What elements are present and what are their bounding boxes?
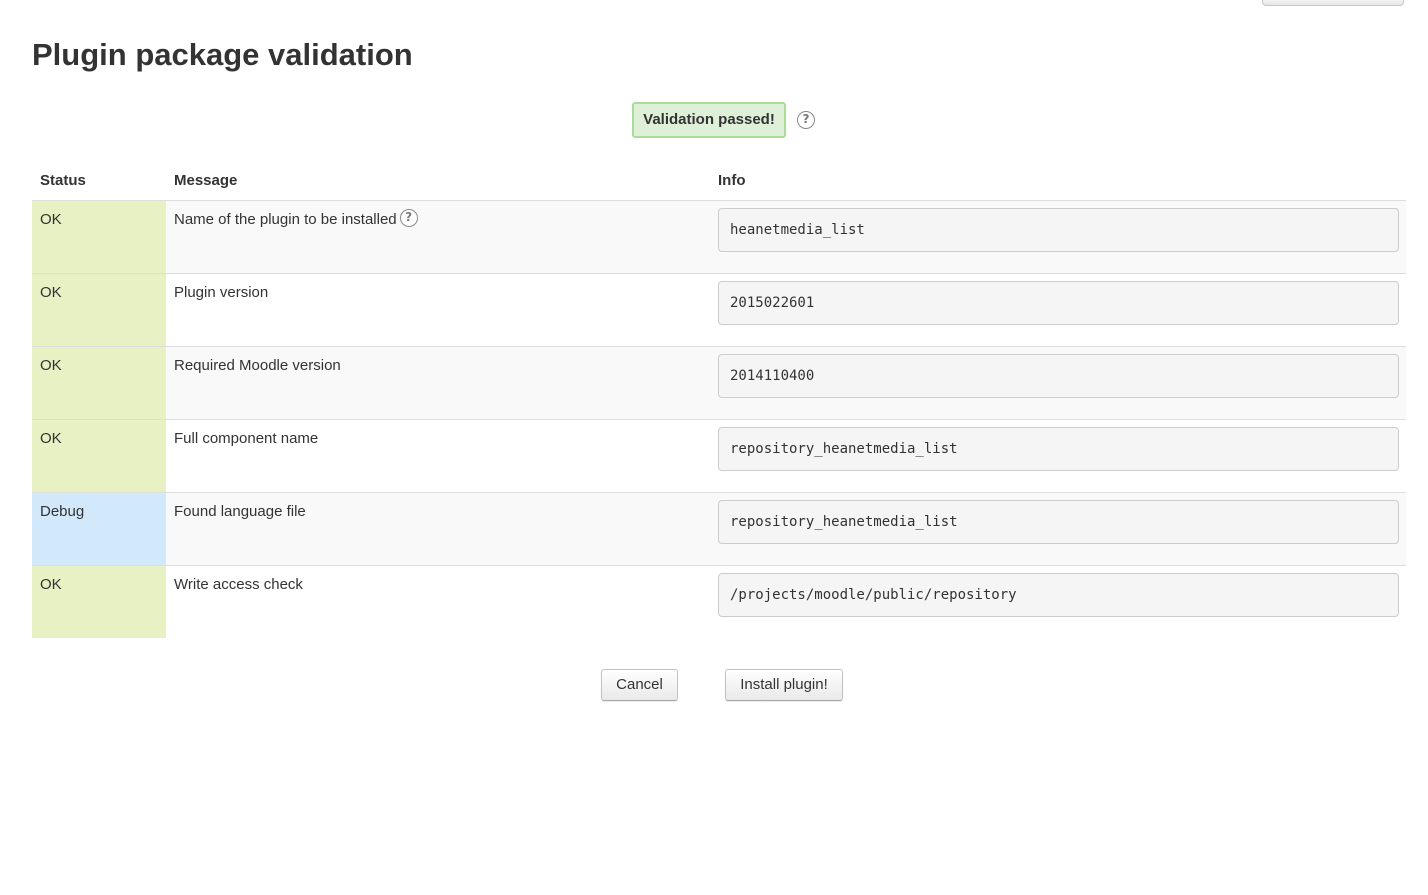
validation-table: Status Message Info OK Name of the plugi… xyxy=(32,162,1406,638)
info-cell: /projects/moodle/public/repository xyxy=(718,565,1406,638)
table-row: Debug Found language file repository_hea… xyxy=(32,492,1406,566)
message-text: Name of the plugin to be installed xyxy=(174,211,397,228)
message-cell: Name of the plugin to be installed? xyxy=(166,200,718,274)
status-cell: OK xyxy=(32,346,166,420)
validation-passed-badge: Validation passed! xyxy=(632,102,786,138)
info-cell: repository_heanetmedia_list xyxy=(718,492,1406,566)
info-value: heanetmedia_list xyxy=(718,208,1399,252)
table-row: OK Name of the plugin to be installed? h… xyxy=(32,200,1406,274)
message-cell: Required Moodle version xyxy=(166,346,718,420)
status-cell: OK xyxy=(32,200,166,274)
message-cell: Found language file xyxy=(166,492,718,566)
top-button-partial[interactable] xyxy=(1262,0,1404,6)
table-row: OK Plugin version 2015022601 xyxy=(32,273,1406,347)
column-header-message: Message xyxy=(166,162,718,201)
info-cell: 2014110400 xyxy=(718,346,1406,420)
page-title: Plugin package validation xyxy=(32,37,413,72)
info-value: repository_heanetmedia_list xyxy=(718,500,1399,544)
table-row: OK Required Moodle version 2014110400 xyxy=(32,346,1406,420)
help-icon[interactable]: ? xyxy=(399,209,418,228)
info-cell: 2015022601 xyxy=(718,273,1406,347)
info-value: repository_heanetmedia_list xyxy=(718,427,1399,471)
info-value: 2014110400 xyxy=(718,354,1399,398)
help-icon[interactable]: ? xyxy=(797,111,815,129)
status-cell: OK xyxy=(32,419,166,493)
install-plugin-button[interactable]: Install plugin! xyxy=(725,669,843,701)
table-row: OK Full component name repository_heanet… xyxy=(32,419,1406,493)
column-header-status: Status xyxy=(32,162,166,201)
table-header-row: Status Message Info xyxy=(32,162,1406,201)
message-cell: Write access check xyxy=(166,565,718,638)
cancel-button[interactable]: Cancel xyxy=(601,669,678,701)
message-cell: Full component name xyxy=(166,419,718,493)
column-header-info: Info xyxy=(718,162,1406,201)
status-cell: OK xyxy=(32,273,166,347)
status-cell: Debug xyxy=(32,492,166,566)
info-cell: heanetmedia_list xyxy=(718,200,1406,274)
info-cell: repository_heanetmedia_list xyxy=(718,419,1406,493)
status-cell: OK xyxy=(32,565,166,638)
table-row: OK Write access check /projects/moodle/p… xyxy=(32,565,1406,638)
message-cell: Plugin version xyxy=(166,273,718,347)
action-buttons: Cancel Install plugin! xyxy=(0,669,1428,703)
info-value: 2015022601 xyxy=(718,281,1399,325)
validation-result-row: Validation passed! ? xyxy=(0,102,1428,138)
info-value: /projects/moodle/public/repository xyxy=(718,573,1399,617)
